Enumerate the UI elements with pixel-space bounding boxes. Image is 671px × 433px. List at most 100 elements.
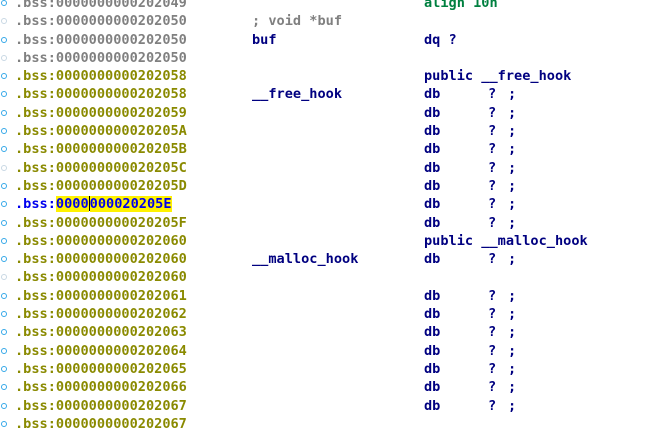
instruction: db xyxy=(424,123,441,140)
segment-prefix: .bss: xyxy=(15,397,56,414)
listing-row[interactable]: .bss:0000000000202067 db?; xyxy=(0,397,671,415)
address[interactable]: .bss:0000000000202060 xyxy=(15,268,187,286)
listing-row[interactable]: .bss:0000000000202059 db?; xyxy=(0,104,671,122)
address[interactable]: .bss:0000000000202059 xyxy=(15,104,187,122)
listing-row[interactable]: .bss:000000000020205A db?; xyxy=(0,122,671,140)
instruction: db xyxy=(424,306,441,323)
listing-row[interactable]: .bss:0000000000202064 db?; xyxy=(0,342,671,360)
trailing-comment: ; xyxy=(508,141,517,158)
address[interactable]: .bss:000000000020205A xyxy=(15,122,187,140)
operand: ? xyxy=(488,287,497,304)
listing-row[interactable]: .bss:000000000020205C db?; xyxy=(0,159,671,177)
address-value: 000000000020205B xyxy=(55,141,187,158)
line-marker-icon xyxy=(1,292,7,299)
address-value: 0000000000202058 xyxy=(55,68,187,85)
listing-row[interactable]: .bss:0000000000202058 __free_hook db?; xyxy=(0,85,671,103)
address[interactable]: .bss:0000000000202050 xyxy=(15,12,187,30)
selected-address-highlight: 0000 xyxy=(55,196,89,213)
symbol-label[interactable]: __free_hook xyxy=(252,85,342,103)
address-value: 0000000000202067 xyxy=(55,397,187,414)
segment-prefix: .bss: xyxy=(15,177,56,194)
line-marker-icon xyxy=(1,237,7,244)
segment-prefix: .bss: xyxy=(15,31,56,48)
listing-row[interactable]: .bss:0000000000202058 public __free_hook xyxy=(0,67,671,85)
address-value: 0000000000202063 xyxy=(55,324,187,341)
listing-row[interactable]: .bss:0000000000202049 align 10h xyxy=(0,0,671,12)
trailing-comment: ; xyxy=(508,397,517,414)
listing-row[interactable]: .bss:0000000000202050 ; void *buf xyxy=(0,12,671,30)
address-value: 0000000000202059 xyxy=(55,104,187,121)
symbol-label[interactable]: __malloc_hook xyxy=(252,250,358,268)
listing-row[interactable]: .bss:0000000000202066 db?; xyxy=(0,378,671,396)
trailing-comment: ; xyxy=(508,324,517,341)
address[interactable]: .bss:0000000000202066 xyxy=(15,378,187,396)
instruction: db xyxy=(424,342,441,359)
address[interactable]: .bss:0000000000202060 xyxy=(15,250,187,268)
listing-row[interactable]: .bss:0000000000202063 db?; xyxy=(0,323,671,341)
listing-row[interactable]: .bss:0000000000202060 __malloc_hook db?; xyxy=(0,250,671,268)
listing-row[interactable]: .bss:000000000020205B db?; xyxy=(0,140,671,158)
address[interactable]: .bss:0000000020205E xyxy=(15,195,172,213)
segment-prefix: .bss: xyxy=(15,251,56,268)
address[interactable]: .bss:0000000000202050 xyxy=(15,49,187,67)
address[interactable]: .bss:0000000000202060 xyxy=(15,232,187,250)
address[interactable]: .bss:000000000020205C xyxy=(15,159,187,177)
instruction: db xyxy=(424,177,441,194)
segment-prefix: .bss: xyxy=(15,13,56,30)
instruction: db xyxy=(424,141,441,158)
address[interactable]: .bss:000000000020205B xyxy=(15,140,187,158)
instruction: db xyxy=(424,360,441,377)
address[interactable]: .bss:0000000000202065 xyxy=(15,360,187,378)
symbol-label[interactable]: buf xyxy=(252,31,277,49)
address[interactable]: .bss:0000000000202050 xyxy=(15,31,187,49)
trailing-comment: ; xyxy=(508,251,517,268)
listing-row[interactable]: .bss:0000000000202061 db?; xyxy=(0,287,671,305)
instruction: db xyxy=(424,196,441,213)
trailing-comment: ; xyxy=(508,360,517,377)
address[interactable]: .bss:0000000000202049 xyxy=(15,0,187,12)
instruction: db xyxy=(424,379,441,396)
segment-prefix: .bss: xyxy=(15,68,56,85)
listing-row[interactable]: .bss:0000000000202067 xyxy=(0,415,671,433)
segment-prefix: .bss: xyxy=(15,0,56,11)
address[interactable]: .bss:0000000000202062 xyxy=(15,305,187,323)
operand: ? xyxy=(488,104,497,121)
disassembly-listing[interactable]: .bss:0000000000202049 align 10h .bss:00000… xyxy=(0,0,671,433)
address[interactable]: .bss:0000000000202063 xyxy=(15,323,187,341)
listing-row[interactable]: .bss:0000000020205E db?; xyxy=(0,195,671,213)
segment-prefix: .bss: xyxy=(15,379,56,396)
address-value: 000000000020205C xyxy=(55,159,187,176)
address[interactable]: .bss:000000000020205F xyxy=(15,214,187,232)
segment-prefix: .bss: xyxy=(15,49,56,66)
trailing-comment: ; xyxy=(508,86,517,103)
address-value: 0000000000202067 xyxy=(55,415,187,432)
address[interactable]: .bss:0000000000202061 xyxy=(15,287,187,305)
line-marker-icon xyxy=(1,384,7,391)
listing-row[interactable]: .bss:0000000000202050 xyxy=(0,49,671,67)
address-value: 0000000000202050 xyxy=(55,49,187,66)
address[interactable]: .bss:000000000020205D xyxy=(15,177,187,195)
listing-row[interactable]: .bss:000000000020205F db?; xyxy=(0,214,671,232)
listing-row[interactable]: .bss:000000000020205D db?; xyxy=(0,177,671,195)
address-value: 0000000000202050 xyxy=(55,13,187,30)
listing-row[interactable]: .bss:0000000000202062 db?; xyxy=(0,305,671,323)
listing-row[interactable]: .bss:0000000000202065 db?; xyxy=(0,360,671,378)
line-marker-icon xyxy=(1,365,7,372)
address[interactable]: .bss:0000000000202058 xyxy=(15,67,187,85)
address[interactable]: .bss:0000000000202058 xyxy=(15,85,187,103)
operand: ? xyxy=(488,397,497,414)
listing-row[interactable]: .bss:0000000000202060 public __malloc_hoo… xyxy=(0,232,671,250)
address[interactable]: .bss:0000000000202064 xyxy=(15,342,187,360)
segment-prefix: .bss: xyxy=(15,269,56,286)
segment-prefix: .bss: xyxy=(15,360,56,377)
address[interactable]: .bss:0000000000202067 xyxy=(15,397,187,415)
trailing-comment: ; xyxy=(508,159,517,176)
address-value: 0000000000202066 xyxy=(55,379,187,396)
address[interactable]: .bss:0000000000202067 xyxy=(15,415,187,433)
listing-row[interactable]: .bss:0000000000202060 xyxy=(0,268,671,286)
address-value: 000000000020205D xyxy=(55,177,187,194)
operand: ? xyxy=(488,123,497,140)
instruction: db xyxy=(424,397,441,414)
operand: ? xyxy=(488,324,497,341)
listing-row[interactable]: .bss:0000000000202050 buf dq ? xyxy=(0,31,671,49)
